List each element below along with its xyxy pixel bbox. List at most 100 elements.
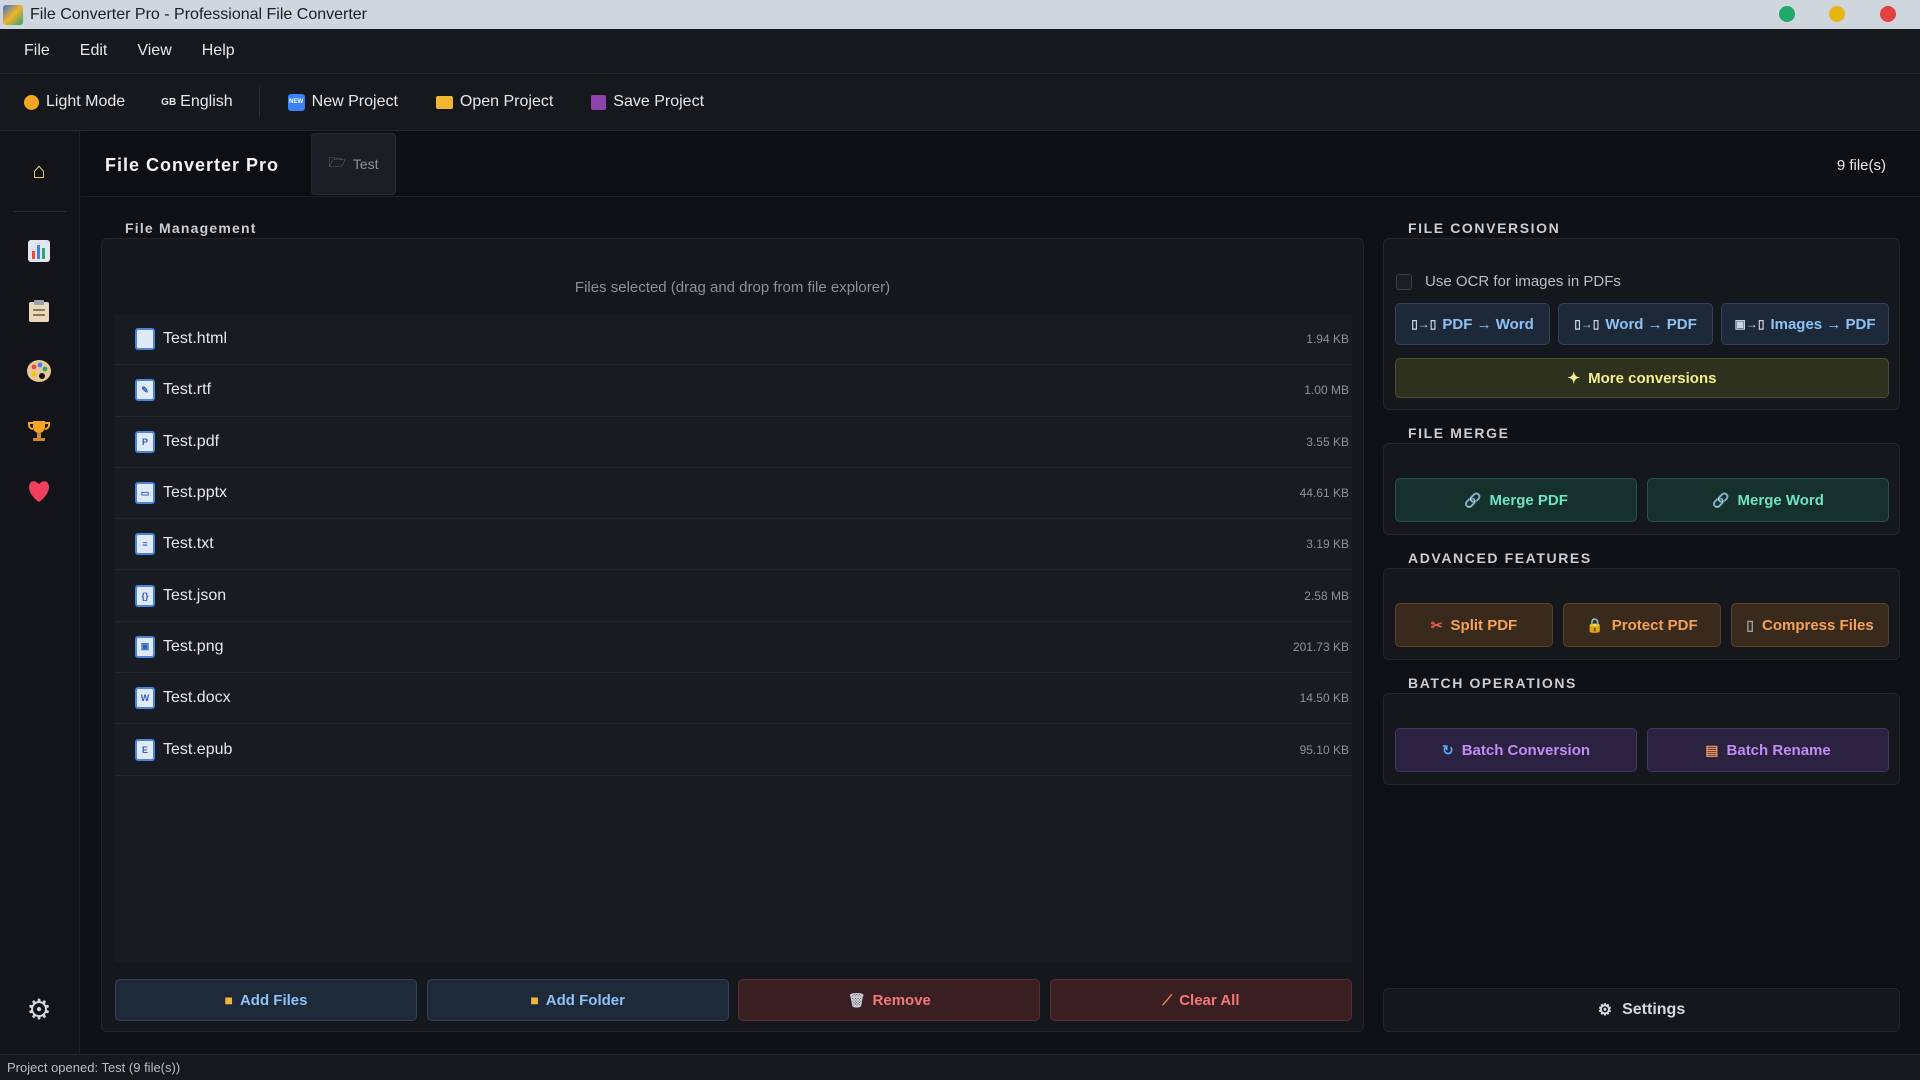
file-name: Test.rtf <box>163 381 212 399</box>
language-label: English <box>180 93 233 110</box>
batch-operations-label: BATCH OPERATIONS <box>1408 675 1577 691</box>
batch-conversion-button[interactable]: ↻ Batch Conversion <box>1395 728 1637 772</box>
word-to-pdf-icon: ▯→▯ <box>1574 317 1600 331</box>
ocr-checkbox[interactable] <box>1396 273 1412 290</box>
split-pdf-button[interactable]: ✂ Split PDF <box>1395 603 1553 647</box>
file-size: 3.19 KB <box>1306 537 1349 552</box>
trash-icon: 🗑 <box>847 991 866 1008</box>
file-row[interactable]: E Test.epub 95.10 KB <box>115 724 1352 776</box>
menu-view[interactable]: View <box>137 42 171 60</box>
file-row[interactable]: ▣ Test.png 201.73 KB <box>115 622 1352 674</box>
window-title: File Converter Pro - Professional File C… <box>30 5 368 23</box>
settings-label: Settings <box>1622 1001 1686 1018</box>
clipboard-icon[interactable] <box>25 297 53 325</box>
file-type-icon <box>135 328 155 351</box>
compress-files-label: Compress Files <box>1762 616 1874 634</box>
status-bar: Project opened: Test (9 file(s)) <box>0 1054 1920 1080</box>
palette-icon[interactable] <box>25 357 53 385</box>
file-type-icon: ▣ <box>135 635 155 658</box>
maximize-button[interactable] <box>1829 6 1845 22</box>
sparkle-icon: ✦ <box>1567 370 1581 387</box>
advanced-features-label: ADVANCED FEATURES <box>1408 550 1592 566</box>
sun-icon <box>24 94 39 110</box>
merge-pdf-button[interactable]: 🔗 Merge PDF <box>1395 478 1637 522</box>
drop-zone-hint[interactable]: Files selected (drag and drop from file … <box>102 279 1363 296</box>
remove-button[interactable]: 🗑 Remove <box>738 979 1041 1021</box>
file-name: Test.png <box>163 637 224 655</box>
file-size: 44.61 KB <box>1299 486 1349 501</box>
ocr-label: Use OCR for images in PDFs <box>1425 273 1621 290</box>
merge-pdf-label: Merge PDF <box>1489 491 1568 509</box>
pdf-to-word-button[interactable]: ▯→▯ PDF → Word <box>1395 303 1550 345</box>
trophy-icon[interactable] <box>25 417 53 445</box>
new-project-button[interactable]: NEW New Project <box>287 93 398 111</box>
close-button[interactable] <box>1880 6 1896 22</box>
save-project-button[interactable]: Save Project <box>591 93 704 111</box>
light-mode-button[interactable]: Light Mode <box>24 93 125 111</box>
add-folder-button[interactable]: ■ Add Folder <box>426 979 729 1021</box>
language-button[interactable]: GB English <box>161 93 232 111</box>
file-row[interactable]: ▭ Test.pptx 44.61 KB <box>115 468 1352 520</box>
file-row[interactable]: ≡ Test.txt 3.19 KB <box>115 519 1352 571</box>
batch-rename-label: Batch Rename <box>1726 741 1831 759</box>
open-project-label: Open Project <box>459 93 554 110</box>
file-name: Test.json <box>163 586 227 604</box>
more-conversions-button[interactable]: ✦ More conversions <box>1395 358 1889 398</box>
file-row[interactable]: W Test.docx 14.50 KB <box>115 673 1352 725</box>
page-title: File Converter Pro <box>105 155 280 175</box>
merge-word-button[interactable]: 🔗 Merge Word <box>1647 478 1889 522</box>
batch-rename-button[interactable]: ▤ Batch Rename <box>1647 728 1889 772</box>
file-name: Test.epub <box>163 740 233 758</box>
add-files-label: Add Files <box>239 991 308 1009</box>
home-icon[interactable]: ⌂ <box>25 157 53 185</box>
heart-icon[interactable] <box>25 477 53 505</box>
scissors-icon: ✂ <box>1430 616 1443 633</box>
open-project-button[interactable]: Open Project <box>435 93 554 111</box>
compress-files-button[interactable]: ▯ Compress Files <box>1731 603 1889 647</box>
folder-icon: ■ <box>530 992 539 1008</box>
ocr-option[interactable]: Use OCR for images in PDFs <box>1396 273 1621 290</box>
file-row[interactable]: ✎ Test.rtf 1.00 MB <box>115 365 1352 417</box>
file-row[interactable]: {} Test.json 2.58 MB <box>115 570 1352 622</box>
link-icon: 🔗 <box>1464 491 1482 508</box>
file-type-icon: P <box>135 430 155 453</box>
menu-edit[interactable]: Edit <box>80 42 108 60</box>
add-folder-label: Add Folder <box>545 991 625 1009</box>
file-type-icon: ≡ <box>135 533 155 556</box>
folder-icon <box>435 95 453 109</box>
menu-file[interactable]: File <box>24 42 50 60</box>
file-type-icon: ✎ <box>135 379 155 402</box>
refresh-icon: ↻ <box>1441 741 1454 758</box>
file-count: 9 file(s) <box>1836 157 1886 174</box>
project-tab[interactable]: 🗁 Test <box>311 133 396 195</box>
file-management-label: File Management <box>125 220 257 236</box>
save-project-label: Save Project <box>613 93 705 110</box>
clear-all-button[interactable]: ⟋ Clear All <box>1049 979 1352 1021</box>
file-row[interactable]: Test.html 1.94 KB <box>115 314 1352 366</box>
file-row[interactable]: P Test.pdf 3.55 KB <box>115 417 1352 468</box>
settings-button[interactable]: ⚙ Settings <box>1383 988 1900 1032</box>
file-type-icon: E <box>135 738 155 761</box>
images-to-pdf-button[interactable]: ▣→▯ Images → PDF <box>1721 303 1889 345</box>
sidebar-divider <box>14 211 66 212</box>
gear-icon[interactable]: ⚙ <box>25 994 53 1025</box>
add-files-button[interactable]: ■ Add Files <box>115 979 417 1021</box>
chart-icon[interactable] <box>25 237 53 265</box>
pdf-to-word-label: PDF → Word <box>1442 315 1534 333</box>
file-size: 3.55 KB <box>1306 434 1349 449</box>
file-list[interactable]: Test.html 1.94 KB ✎ Test.rtf 1.00 MB P Test.pd… <box>115 314 1352 962</box>
gear-icon: ⚙ <box>1597 1002 1613 1019</box>
minimize-button[interactable] <box>1779 6 1795 22</box>
word-to-pdf-button[interactable]: ▯→▯ Word → PDF <box>1558 303 1713 345</box>
toolbar-divider <box>258 87 260 117</box>
file-name: Test.pdf <box>163 432 220 450</box>
menu-help[interactable]: Help <box>202 42 235 60</box>
clamp-icon: ▯ <box>1746 616 1754 633</box>
new-badge-icon: NEW <box>287 93 305 111</box>
file-merge-label: FILE MERGE <box>1408 425 1510 441</box>
file-conversion-panel: Use OCR for images in PDFs ▯→▯ PDF → Wor… <box>1383 238 1900 410</box>
file-actions: ■ Add Files ■ Add Folder 🗑 Remove ⟋ Clea… <box>115 979 1352 1021</box>
file-name: Test.txt <box>163 535 214 553</box>
file-conversion-label: FILE CONVERSION <box>1408 220 1561 236</box>
protect-pdf-button[interactable]: 🔒 Protect PDF <box>1563 603 1721 647</box>
